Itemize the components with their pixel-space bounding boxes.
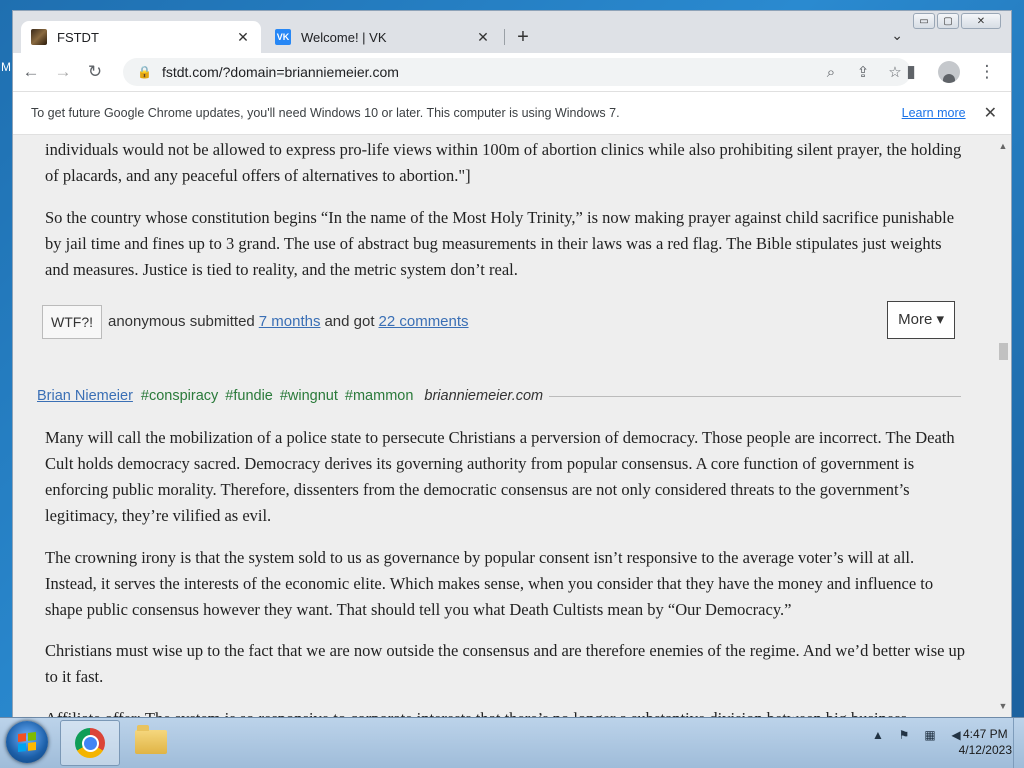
time-link[interactable]: 7 months — [259, 309, 321, 335]
chrome-window: FSTDT ✕ VK Welcome! | VK ✕ + ⌄ ▭ ▢ ✕ ← →… — [12, 10, 1012, 718]
desktop-edge — [0, 58, 12, 718]
more-button[interactable]: More ▾ — [887, 301, 955, 339]
menu-icon[interactable]: ⋮ — [973, 58, 1001, 86]
chrome-icon — [75, 728, 105, 758]
entry-header: Brian Niemeier #conspiracy #fundie #wing… — [37, 383, 961, 409]
tab-vk[interactable]: VK Welcome! | VK ✕ — [265, 21, 501, 53]
quote-paragraph: Christians must wise up to the fact that… — [45, 641, 966, 686]
wtf-button[interactable]: WTF?! — [42, 305, 102, 339]
zoom-icon[interactable]: ⌕ — [815, 64, 847, 81]
lock-icon[interactable]: 🔒 — [137, 65, 152, 79]
close-window-button[interactable]: ✕ — [961, 13, 1001, 29]
windows-logo-icon — [18, 732, 36, 752]
got-text: and got — [324, 313, 375, 330]
tab-separator — [504, 29, 505, 45]
scroll-up-icon[interactable]: ▲ — [995, 141, 1011, 151]
new-tab-button[interactable]: + — [511, 25, 535, 49]
forward-icon[interactable]: → — [49, 58, 77, 86]
entry-meta: WTF?! anonymous submitted 7 months and g… — [42, 301, 969, 339]
clock[interactable]: 4:47 PM 4/12/2023 — [959, 726, 1012, 758]
quote-paragraph: The crowning irony is that the system so… — [45, 548, 934, 619]
browser-toolbar: ← → ↻ 🔒 fstdt.com/?domain=brianniemeier.… — [13, 53, 1011, 91]
reload-icon[interactable]: ↻ — [81, 58, 109, 86]
quote-paragraph: individuals would not be allowed to expr… — [45, 140, 962, 185]
network-icon[interactable]: ▦ — [922, 728, 938, 742]
address-bar[interactable]: 🔒 fstdt.com/?domain=brianniemeier.com ⌕ … — [123, 58, 911, 86]
quote-paragraph: Many will call the mobilization of a pol… — [45, 428, 955, 525]
author-link[interactable]: Brian Niemeier — [37, 383, 133, 409]
quote-paragraph: Affiliate offer: The system is so respon… — [45, 706, 969, 717]
tab-search-icon[interactable]: ⌄ — [891, 27, 903, 44]
source-domain: brianniemeier.com — [424, 388, 544, 404]
fstdt-favicon-icon — [31, 29, 47, 45]
vk-favicon-icon: VK — [275, 29, 291, 45]
scroll-thumb[interactable] — [999, 343, 1008, 360]
desktop-icon-label: M — [1, 60, 11, 74]
system-tray: ▲ ⚑ ▦ ◀ — [870, 728, 964, 742]
tab-fstdt[interactable]: FSTDT ✕ — [21, 21, 261, 53]
side-panel-icon[interactable]: ▮ — [897, 58, 925, 86]
submitted-text: anonymous submitted — [108, 313, 255, 330]
scroll-down-icon[interactable]: ▼ — [995, 701, 1011, 711]
toolbar-right: ▮ ⋮ — [893, 58, 1001, 86]
quote-paragraph: So the country whose constitution begins… — [45, 208, 955, 279]
window-controls: ▭ ▢ ✕ — [913, 13, 1001, 29]
taskbar-chrome[interactable] — [60, 720, 120, 766]
avatar-icon — [938, 61, 960, 83]
divider — [549, 395, 961, 397]
tag-link[interactable]: #fundie — [225, 383, 273, 409]
taskbar: ▲ ⚑ ▦ ◀ 4:47 PM 4/12/2023 — [0, 717, 1024, 768]
close-tab-icon[interactable]: ✕ — [235, 29, 251, 46]
infobar-message: To get future Google Chrome updates, you… — [31, 106, 620, 120]
tab-title: Welcome! | VK — [301, 29, 387, 45]
show-hidden-icons-icon[interactable]: ▲ — [870, 728, 886, 742]
action-center-icon[interactable]: ⚑ — [896, 728, 912, 742]
tag-link[interactable]: #mammon — [345, 383, 414, 409]
close-infobar-icon[interactable]: ✕ — [984, 103, 997, 123]
tag-link[interactable]: #conspiracy — [141, 383, 218, 409]
page-scrollbar[interactable]: ▲ ▼ — [995, 135, 1011, 717]
back-icon[interactable]: ← — [17, 58, 45, 86]
start-button[interactable] — [6, 721, 48, 763]
folder-icon — [135, 725, 167, 754]
comments-link[interactable]: 22 comments — [379, 309, 469, 335]
share-icon[interactable]: ⇪ — [847, 63, 879, 81]
show-desktop-button[interactable] — [1013, 718, 1024, 768]
learn-more-link[interactable]: Learn more — [902, 106, 966, 120]
minimize-button[interactable]: ▭ — [913, 13, 935, 29]
page-content: individuals would not be allowed to expr… — [13, 135, 995, 717]
close-tab-icon[interactable]: ✕ — [475, 29, 491, 46]
profile-button[interactable] — [935, 58, 963, 86]
tag-link[interactable]: #wingnut — [280, 383, 338, 409]
taskbar-explorer[interactable] — [122, 720, 180, 764]
tab-strip: FSTDT ✕ VK Welcome! | VK ✕ + ⌄ — [13, 11, 1011, 53]
update-infobar: To get future Google Chrome updates, you… — [13, 91, 1011, 135]
clock-date: 4/12/2023 — [958, 743, 1012, 757]
clock-time: 4:47 PM — [962, 727, 1008, 741]
tab-title: FSTDT — [57, 29, 99, 45]
url-text[interactable]: fstdt.com/?domain=brianniemeier.com — [162, 64, 815, 80]
maximize-button[interactable]: ▢ — [937, 13, 959, 29]
